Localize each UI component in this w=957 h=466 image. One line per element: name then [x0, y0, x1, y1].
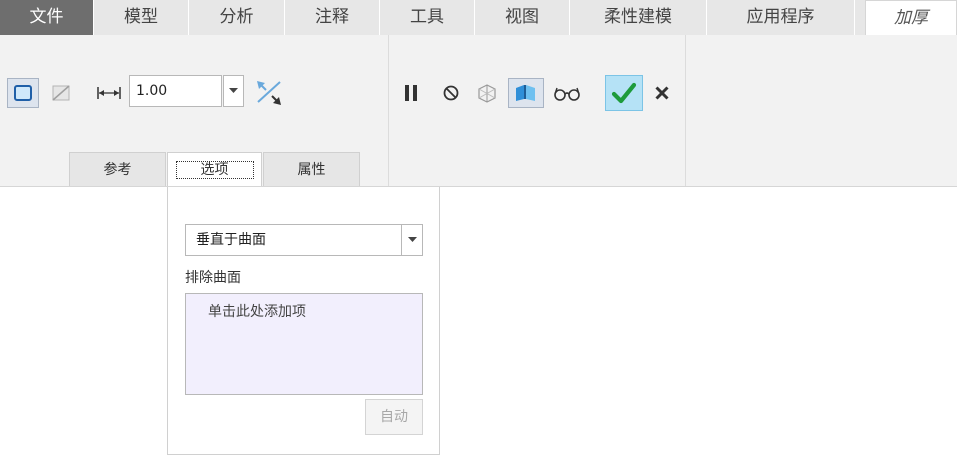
- confirm-check-icon[interactable]: [605, 75, 643, 111]
- glasses-preview-icon[interactable]: [551, 78, 583, 108]
- flip-direction-icon[interactable]: [252, 76, 286, 110]
- chevron-down-icon: [229, 88, 238, 93]
- group-separator: [388, 35, 389, 186]
- chevron-down-icon: [407, 237, 417, 242]
- collector-placeholder: 单击此处添加项: [208, 304, 306, 320]
- tab-flexible-modeling[interactable]: 柔性建模: [570, 0, 707, 35]
- subtab-properties[interactable]: 属性: [263, 152, 360, 186]
- subtab-references[interactable]: 参考: [69, 152, 166, 186]
- thicken-method-select[interactable]: 垂直于曲面: [185, 224, 423, 256]
- menu-bar: 文件 模型 分析 注释 工具 视图 柔性建模 应用程序 加厚: [0, 0, 957, 35]
- tab-file[interactable]: 文件: [0, 0, 94, 35]
- geometry-preview-icon[interactable]: [472, 78, 502, 108]
- exclude-surfaces-label: 排除曲面: [185, 270, 241, 286]
- tab-annotate[interactable]: 注释: [285, 0, 380, 35]
- no-preview-icon[interactable]: [438, 80, 464, 106]
- method-dropdown-arrow[interactable]: [401, 225, 422, 255]
- tab-view[interactable]: 视图: [475, 0, 570, 35]
- group-separator: [685, 35, 686, 186]
- thickness-dropdown-button[interactable]: [223, 75, 244, 107]
- subtab-options-label: 选项: [175, 161, 254, 179]
- surface-trim-icon[interactable]: [46, 78, 76, 108]
- auto-button[interactable]: 自动: [365, 399, 423, 435]
- exclude-surfaces-collector[interactable]: 单击此处添加项: [185, 293, 423, 395]
- subtab-options[interactable]: 选项: [167, 152, 262, 186]
- thickness-input[interactable]: 1.00: [129, 75, 222, 107]
- tab-analysis[interactable]: 分析: [189, 0, 285, 35]
- tab-thicken[interactable]: 加厚: [865, 0, 957, 35]
- verify-preview-icon[interactable]: [508, 78, 544, 108]
- tab-applications[interactable]: 应用程序: [707, 0, 855, 35]
- thicken-method-value: 垂直于曲面: [196, 232, 266, 248]
- cancel-x-icon[interactable]: [649, 80, 675, 106]
- tab-model[interactable]: 模型: [94, 0, 189, 35]
- thickness-dimension-icon: [94, 78, 124, 108]
- menu-gap: [855, 0, 865, 35]
- tab-tools[interactable]: 工具: [380, 0, 475, 35]
- options-panel: 垂直于曲面 排除曲面 单击此处添加项 自动: [167, 187, 440, 455]
- solid-thicken-icon[interactable]: [7, 78, 39, 108]
- ribbon: 1.00 参考 选项 属性: [0, 35, 957, 187]
- pause-icon[interactable]: [398, 80, 424, 106]
